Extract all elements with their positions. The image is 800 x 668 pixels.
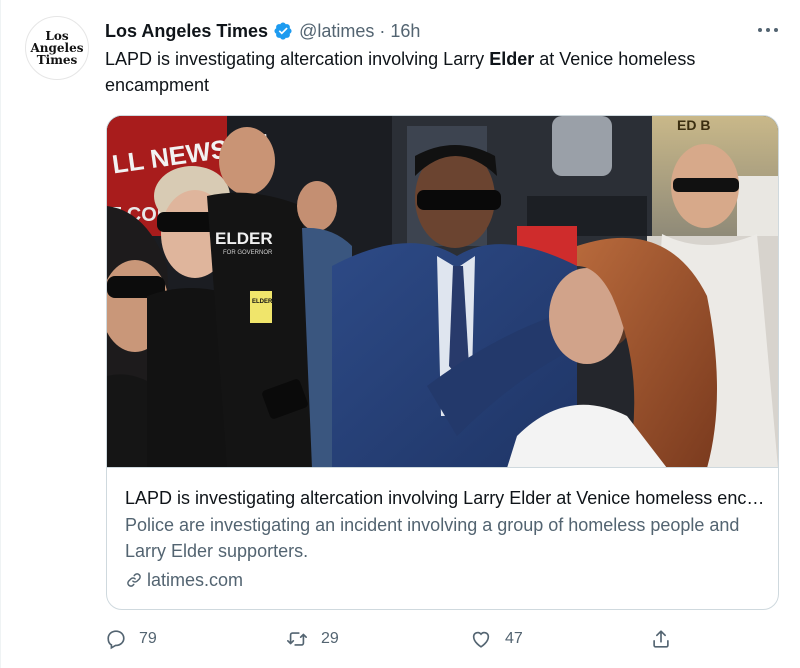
reply-count: 79 xyxy=(139,630,157,647)
reply-icon xyxy=(107,630,125,650)
separator-dot: · xyxy=(379,20,386,41)
author-handle[interactable]: @latimes xyxy=(299,21,374,42)
tweet-text-part-1: LAPD is investigating altercation involv… xyxy=(105,49,490,69)
tweet-text: LAPD is investigating altercation involv… xyxy=(105,46,775,98)
timestamp[interactable]: 16h xyxy=(390,21,420,42)
card-description: Police are investigating an incident inv… xyxy=(125,515,740,561)
link-card[interactable]: LL NEWSOM T COM ED B ELDER FOR GOVERNOR … xyxy=(106,115,779,610)
card-domain[interactable]: latimes.com xyxy=(125,568,765,592)
retweet-button[interactable]: 29 xyxy=(285,624,339,654)
card-title[interactable]: LAPD is investigating altercation involv… xyxy=(125,486,765,510)
card-body[interactable]: LAPD is investigating altercation involv… xyxy=(125,486,765,592)
image-sign-text: ED B xyxy=(677,117,710,133)
image-badge-text: ELDER xyxy=(252,299,273,305)
author-name[interactable]: Los Angeles Times xyxy=(105,21,268,42)
image-shirt-text: ELDER xyxy=(215,229,273,248)
avatar-line-3: Times xyxy=(36,53,78,67)
card-domain-text: latimes.com xyxy=(147,570,244,590)
tweet[interactable]: Los Angeles Times Los Angeles Times @lat… xyxy=(0,0,800,668)
tweet-text-highlight: Elder xyxy=(489,49,535,69)
share-icon xyxy=(653,630,669,648)
tweet-header: Los Angeles Times @latimes · 16h xyxy=(105,19,781,43)
more-options-icon[interactable] xyxy=(754,18,782,42)
avatar[interactable]: Los Angeles Times xyxy=(25,16,89,80)
link-icon xyxy=(127,573,141,587)
like-count: 47 xyxy=(505,630,523,647)
image-shirt-subtext: FOR GOVERNOR xyxy=(223,250,273,256)
retweet-icon xyxy=(287,632,307,646)
card-image[interactable]: LL NEWSOM T COM ED B ELDER FOR GOVERNOR … xyxy=(107,116,778,468)
like-button[interactable]: 47 xyxy=(469,624,523,654)
heart-icon xyxy=(472,631,490,648)
reply-button[interactable]: 79 xyxy=(105,624,157,654)
verified-badge-icon xyxy=(273,21,293,41)
action-bar: 79 29 47 xyxy=(105,624,685,654)
share-button[interactable] xyxy=(650,624,684,654)
retweet-count: 29 xyxy=(321,630,339,647)
